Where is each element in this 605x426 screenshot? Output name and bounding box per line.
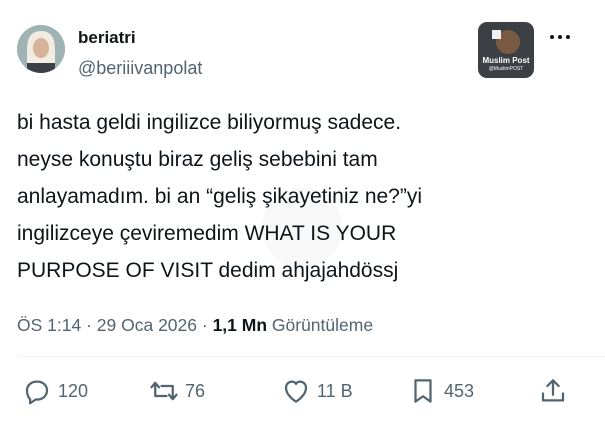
retweet-icon (150, 381, 178, 401)
tweet-text: bi hasta geldi ingilizce biliyormuş sade… (17, 104, 597, 289)
reply-count: 120 (58, 380, 89, 401)
tweet-line: PURPOSE OF VISIT dedim ahjajahdössj (17, 259, 399, 282)
bookmark-count: 453 (444, 380, 475, 401)
like-count: 11 B (317, 380, 353, 401)
divider (17, 356, 605, 357)
meta-separator: · (81, 315, 97, 335)
tweet-line: neyse konuştu biraz geliş sebebini tam (17, 148, 378, 171)
action-bar: 120 76 11 B 453 (0, 374, 605, 408)
view-count: 1,1 Mn (212, 315, 268, 335)
more-options-icon[interactable] (549, 31, 571, 42)
like-button[interactable]: 11 B (281, 374, 353, 408)
heart-icon (284, 380, 308, 403)
retweet-count: 76 (185, 380, 206, 401)
tweet-time[interactable]: ÖS 1:14 (17, 315, 81, 335)
tweet-line: anlayamadım. bi an “geliş şikayetiniz ne… (17, 185, 423, 208)
reply-icon (25, 380, 49, 405)
tweet-line: bi hasta geldi ingilizce biliyormuş sade… (17, 111, 402, 134)
views-label: Görüntüleme (267, 315, 374, 335)
author-handle[interactable]: @beriiivanpolat (78, 58, 202, 79)
share-button[interactable] (538, 374, 568, 408)
author-avatar[interactable] (17, 25, 65, 73)
badge-title: Muslim Post (482, 56, 530, 65)
badge-handle: @MuslimPOST (488, 66, 524, 72)
share-icon (541, 379, 565, 402)
affiliate-badge[interactable]: Muslim Post @MuslimPOST (478, 22, 534, 78)
retweet-button[interactable]: 76 (149, 374, 205, 408)
tweet-line: ingilizceye çeviremedim WHAT IS YOUR (17, 222, 397, 245)
tweet-meta: ÖS 1:14 · 29 Oca 2026 · 1,1 Mn Görüntüle… (17, 315, 373, 336)
bookmark-icon (414, 379, 432, 403)
author-name[interactable]: beriatri (78, 28, 136, 48)
bookmark-button[interactable]: 453 (408, 374, 474, 408)
reply-button[interactable]: 120 (22, 374, 88, 408)
meta-separator: · (197, 315, 213, 335)
tweet-date[interactable]: 29 Oca 2026 (97, 315, 197, 335)
